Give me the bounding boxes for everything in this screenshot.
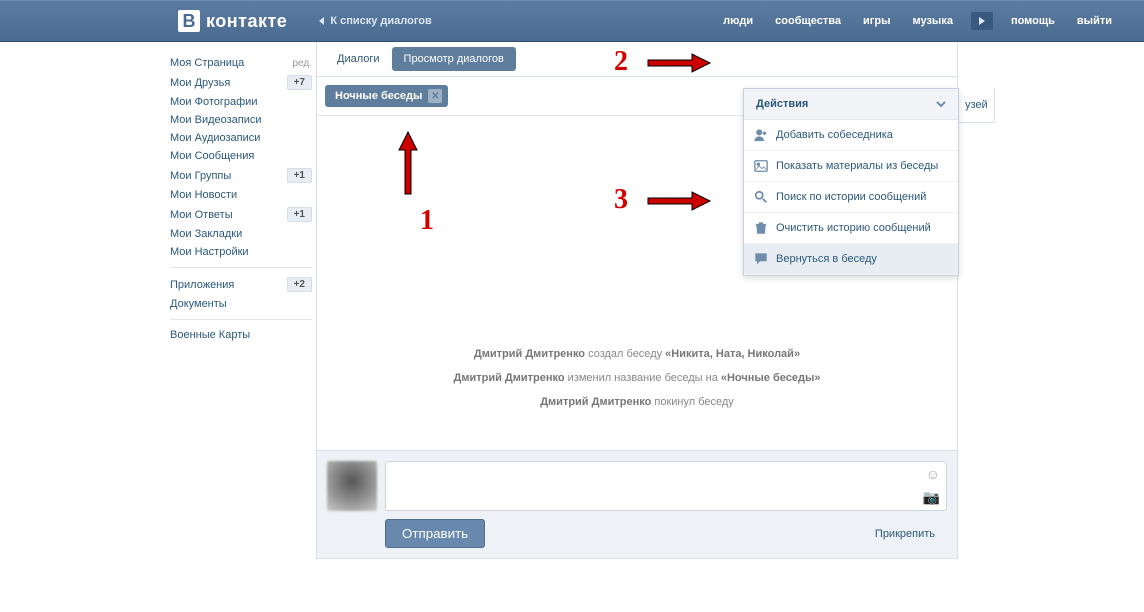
sidebar-label: Мои Настройки [170, 246, 249, 258]
tab-dialogs[interactable]: Диалоги [325, 47, 392, 71]
dropdown-add-member[interactable]: Добавить собеседника [744, 120, 958, 151]
sidebar-label: Мои Закладки [170, 228, 242, 240]
sidebar-item-my-photos[interactable]: Мои Фотографии [166, 93, 316, 111]
chip-label: Ночные беседы [335, 90, 422, 102]
sidebar-label: Приложения [170, 279, 234, 291]
msg-left: Дмитрий Дмитренко покинул беседу [337, 396, 937, 408]
dropdown-item-label: Вернуться в беседу [776, 253, 877, 265]
dropdown-item-label: Очистить историю сообщений [776, 222, 931, 234]
dropdown-search-history[interactable]: Поиск по истории сообщений [744, 182, 958, 213]
sidebar-item-my-friends[interactable]: Мои Друзья +7 [166, 72, 316, 93]
sidebar-label: Военные Карты [170, 329, 250, 341]
dropdown-return-to-chat[interactable]: Вернуться в беседу [744, 244, 958, 275]
nav-help[interactable]: помощь [1001, 9, 1065, 33]
sidebar-item-my-messages[interactable]: Мои Сообщения [166, 147, 316, 165]
dropdown-item-label: Показать материалы из беседы [776, 160, 938, 172]
nav-communities[interactable]: сообщества [765, 9, 851, 33]
logo-icon[interactable]: В [178, 10, 200, 32]
sidebar-label: Мои Аудиозаписи [170, 132, 260, 144]
dropdown-clear-history[interactable]: Очистить историю сообщений [744, 213, 958, 244]
sidebar-count: +2 [287, 277, 312, 292]
message-input[interactable]: ☺ 📷 [385, 461, 947, 511]
user-avatar [327, 461, 377, 511]
search-icon [754, 190, 768, 204]
sidebar-label: Мои Группы [170, 170, 231, 182]
sidebar-label: Документы [170, 298, 227, 310]
chevron-down-icon [936, 99, 946, 109]
sidebar-item-docs[interactable]: Документы [166, 295, 316, 313]
system-messages: Дмитрий Дмитренко создал беседу «Никита,… [317, 276, 957, 450]
image-icon [754, 159, 768, 173]
sidebar-item-cards[interactable]: Военные Карты [166, 326, 316, 344]
dropdown-item-label: Добавить собеседника [776, 129, 893, 141]
attach-link[interactable]: Прикрепить [875, 528, 947, 540]
sidebar-label: Мои Видеозаписи [170, 114, 262, 126]
main-panel: Диалоги Просмотр диалогов Ночные беседы … [316, 42, 958, 559]
left-sidebar: Моя Страница ред. Мои Друзья +7 Мои Фотогр… [166, 42, 316, 559]
dropdown-title: Действия [756, 98, 808, 110]
sidebar-label: Мои Фотографии [170, 96, 257, 108]
play-icon[interactable] [971, 12, 993, 30]
tab-right-cut: узей [959, 88, 995, 123]
camera-icon[interactable]: 📷 [923, 489, 940, 506]
sidebar-item-apps[interactable]: Приложения +2 [166, 274, 316, 295]
sidebar-divider [170, 319, 312, 320]
top-nav: люди сообщества игры музыка помощь выйти [713, 9, 1144, 33]
back-to-dialogs[interactable]: К списку диалогов [311, 15, 439, 27]
sidebar-label: Мои Сообщения [170, 150, 254, 162]
tab-view-dialogs[interactable]: Просмотр диалогов [392, 47, 516, 71]
sidebar-count: +1 [287, 207, 312, 222]
emoji-icon[interactable]: ☺ [926, 466, 940, 482]
nav-music[interactable]: музыка [902, 9, 962, 33]
send-button[interactable]: Отправить [385, 519, 485, 548]
nav-exit[interactable]: выйти [1067, 9, 1122, 33]
dropdown-show-media[interactable]: Показать материалы из беседы [744, 151, 958, 182]
dropdown-header[interactable]: Действия [744, 89, 958, 120]
nav-people[interactable]: люди [713, 9, 763, 33]
sidebar-label: Мои Друзья [170, 77, 230, 89]
conversation-chip[interactable]: Ночные беседы ✕ [325, 85, 448, 107]
app-header: В контакте К списку диалогов люди сообще… [0, 0, 1144, 42]
sidebar-edit[interactable]: ред. [292, 58, 312, 69]
user-plus-icon [754, 128, 768, 142]
compose-area: ☺ 📷 Отправить Прикрепить [317, 450, 957, 558]
sidebar-item-my-news[interactable]: Мои Новости [166, 186, 316, 204]
msg-renamed: Дмитрий Дмитренко изменил название бесед… [337, 372, 937, 384]
sidebar-item-my-answers[interactable]: Мои Ответы +1 [166, 204, 316, 225]
brand-name[interactable]: контакте [206, 11, 287, 32]
actions-dropdown: Действия Добавить собеседника Показать м… [743, 88, 959, 276]
tabs-row: Диалоги Просмотр диалогов [317, 42, 957, 77]
sidebar-item-my-videos[interactable]: Мои Видеозаписи [166, 111, 316, 129]
sidebar-item-my-groups[interactable]: Мои Группы +1 [166, 165, 316, 186]
chat-icon [754, 252, 768, 266]
sidebar-count: +7 [287, 75, 312, 90]
sidebar-item-my-audio[interactable]: Мои Аудиозаписи [166, 129, 316, 147]
nav-games[interactable]: игры [853, 9, 900, 33]
sidebar-item-my-settings[interactable]: Мои Настройки [166, 243, 316, 261]
chip-close-icon[interactable]: ✕ [428, 89, 442, 103]
sidebar-label: Мои Ответы [170, 209, 233, 221]
sidebar-count: +1 [287, 168, 312, 183]
sidebar-label: Мои Новости [170, 189, 237, 201]
sidebar-item-my-bookmarks[interactable]: Мои Закладки [166, 225, 316, 243]
trash-icon [754, 221, 768, 235]
dropdown-item-label: Поиск по истории сообщений [776, 191, 926, 203]
msg-created: Дмитрий Дмитренко создал беседу «Никита,… [337, 348, 937, 360]
sidebar-label: Моя Страница [170, 57, 244, 69]
sidebar-item-my-page[interactable]: Моя Страница ред. [166, 54, 316, 72]
sidebar-divider [170, 267, 312, 268]
